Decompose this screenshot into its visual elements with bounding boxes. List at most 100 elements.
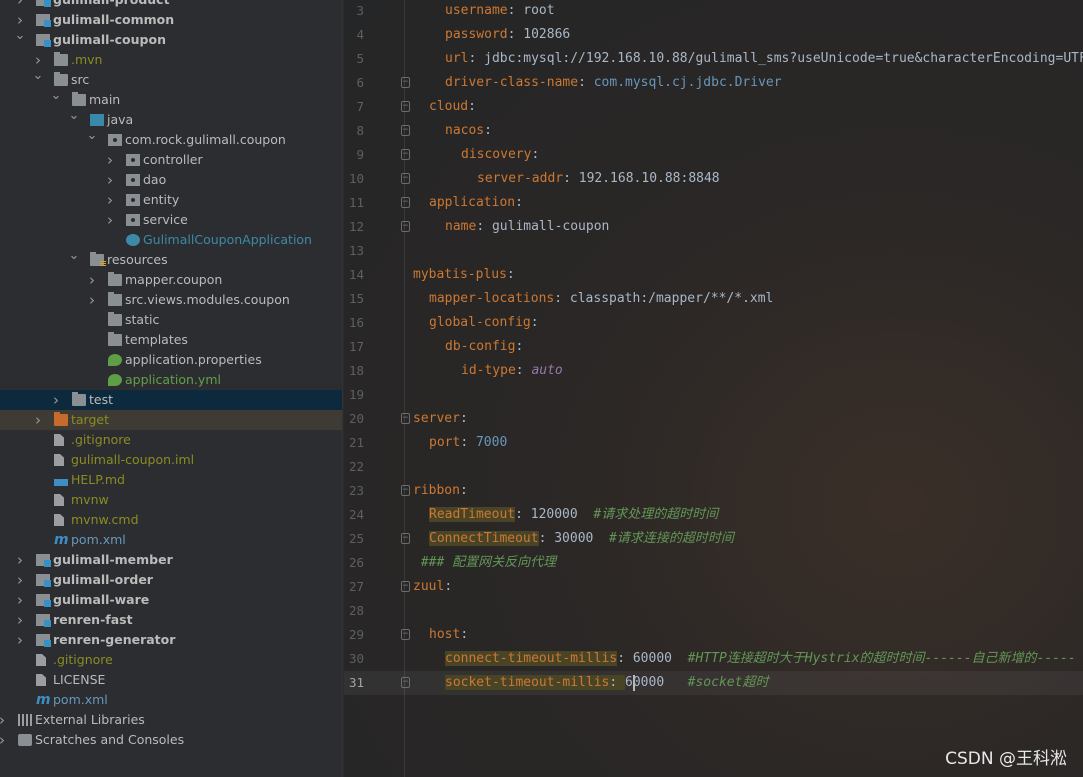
code-line[interactable]: 11 − application: — [344, 191, 1083, 215]
code-line[interactable]: 21 port: 7000 — [344, 431, 1083, 455]
tree-item[interactable]: › dao — [0, 170, 342, 190]
fold-start-icon[interactable]: − — [401, 485, 410, 496]
chevron-right-icon[interactable]: › — [0, 730, 8, 750]
code-line[interactable]: 18 id-type: auto — [344, 359, 1083, 383]
tree-item[interactable]: ⌄ gulimall-coupon — [0, 28, 342, 50]
chevron-right-icon[interactable]: › — [32, 410, 44, 430]
chevron-right-icon[interactable]: › — [104, 210, 116, 230]
tree-item[interactable]: static — [0, 310, 342, 330]
code-line[interactable]: 8 − nacos: — [344, 119, 1083, 143]
code-line[interactable]: 17 db-config: — [344, 335, 1083, 359]
fold-start-icon[interactable]: − — [401, 197, 410, 208]
code-line[interactable]: 23 − ribbon: — [344, 479, 1083, 503]
fold-end-icon[interactable]: − — [401, 221, 410, 232]
chevron-down-icon[interactable]: ⌄ — [68, 246, 80, 266]
code-line[interactable]: 13 — [344, 239, 1083, 263]
chevron-down-icon[interactable]: ⌄ — [86, 126, 98, 146]
tree-item[interactable]: › Scratches and Consoles — [0, 730, 342, 750]
code-line[interactable]: 29 − host: — [344, 623, 1083, 647]
fold-start-icon[interactable]: − — [401, 629, 410, 640]
code-line[interactable]: 19 — [344, 383, 1083, 407]
tree-item[interactable]: › renren-generator — [0, 630, 342, 650]
chevron-right-icon[interactable]: › — [14, 570, 26, 590]
chevron-right-icon[interactable]: › — [86, 290, 98, 310]
tree-item[interactable]: › renren-fast — [0, 610, 342, 630]
chevron-right-icon[interactable]: › — [14, 590, 26, 610]
chevron-right-icon[interactable]: › — [86, 270, 98, 290]
chevron-right-icon[interactable]: › — [14, 0, 26, 10]
tree-item[interactable]: › gulimall-common — [0, 10, 342, 30]
code-line[interactable]: 31 − socket-timeout-millis: 60000 #socket超… — [344, 671, 1083, 695]
code-line[interactable]: 26 ### 配置网关反向代理 — [344, 551, 1083, 575]
chevron-down-icon[interactable]: ⌄ — [32, 66, 44, 86]
tree-item[interactable]: › target — [0, 410, 342, 430]
tree-item[interactable]: ⌄ main — [0, 88, 342, 110]
chevron-right-icon[interactable]: › — [14, 630, 26, 650]
code-line[interactable]: 27 − zuul: — [344, 575, 1083, 599]
tree-item[interactable]: templates — [0, 330, 342, 350]
code-line[interactable]: 28 — [344, 599, 1083, 623]
code-line[interactable]: 25 − ConnectTimeout: 30000 #请求连接的超时时间 — [344, 527, 1083, 551]
tree-item[interactable]: GulimallCouponApplication — [0, 230, 342, 250]
code-line[interactable]: 10 − server-addr: 192.168.10.88:8848 — [344, 167, 1083, 191]
code-line[interactable]: 9 − discovery: — [344, 143, 1083, 167]
tree-item[interactable]: › mapper.coupon — [0, 270, 342, 290]
code-line[interactable]: 4 password: 102866 — [344, 23, 1083, 47]
tree-item[interactable]: .gitignore — [0, 430, 342, 450]
code-line[interactable]: 22 — [344, 455, 1083, 479]
code-line[interactable]: 3 username: root — [344, 0, 1083, 23]
tree-item[interactable]: m pom.xml — [0, 690, 342, 710]
tree-item[interactable]: m pom.xml — [0, 530, 342, 550]
chevron-right-icon[interactable]: › — [50, 390, 62, 410]
fold-start-icon[interactable]: − — [401, 125, 410, 136]
tree-item[interactable]: › gulimall-product — [0, 0, 342, 10]
tree-item[interactable]: HELP.md — [0, 470, 342, 490]
code-line[interactable]: 6 − driver-class-name: com.mysql.cj.jdbc.D… — [344, 71, 1083, 95]
tree-item[interactable]: gulimall-coupon.iml — [0, 450, 342, 470]
code-editor[interactable]: 3 username: root 4 password: 102866 5 url: jd… — [344, 0, 1083, 777]
tree-item[interactable]: › test — [0, 390, 342, 410]
chevron-down-icon[interactable]: ⌄ — [14, 26, 26, 46]
tree-item[interactable]: › entity — [0, 190, 342, 210]
fold-start-icon[interactable]: − — [401, 149, 410, 160]
fold-end-icon[interactable]: − — [401, 677, 410, 688]
code-line[interactable]: 30 connect-timeout-millis: 60000 #HTTP连接超… — [344, 647, 1083, 671]
tree-item[interactable]: mvnw.cmd — [0, 510, 342, 530]
tree-item[interactable]: › gulimall-ware — [0, 590, 342, 610]
chevron-right-icon[interactable]: › — [0, 710, 8, 730]
chevron-right-icon[interactable]: › — [14, 610, 26, 630]
tree-item[interactable]: ⌄ com.rock.gulimall.coupon — [0, 128, 342, 150]
code-line[interactable]: 5 url: jdbc:mysql://192.168.10.88/gulimal… — [344, 47, 1083, 71]
tree-item[interactable]: › src.views.modules.coupon — [0, 290, 342, 310]
code-line[interactable]: 16 global-config: — [344, 311, 1083, 335]
chevron-right-icon[interactable]: › — [104, 150, 116, 170]
code-line[interactable]: 24 ReadTimeout: 120000 #请求处理的超时时间 — [344, 503, 1083, 527]
chevron-right-icon[interactable]: › — [104, 190, 116, 210]
fold-start-icon[interactable]: − — [401, 413, 410, 424]
chevron-right-icon[interactable]: › — [104, 170, 116, 190]
code-line[interactable]: 15 mapper-locations: classpath:/mapper/**… — [344, 287, 1083, 311]
chevron-down-icon[interactable]: ⌄ — [50, 86, 62, 106]
fold-start-icon[interactable]: − — [401, 101, 410, 112]
tree-item[interactable]: ⌄ resources — [0, 248, 342, 270]
tree-item[interactable]: › service — [0, 210, 342, 230]
tree-item[interactable]: › .mvn — [0, 50, 342, 70]
chevron-right-icon[interactable]: › — [14, 550, 26, 570]
fold-end-icon[interactable]: − — [401, 533, 410, 544]
code-line[interactable]: 12 − name: gulimall-coupon — [344, 215, 1083, 239]
tree-item[interactable]: › gulimall-order — [0, 570, 342, 590]
code-line[interactable]: 7 − cloud: — [344, 95, 1083, 119]
tree-item[interactable]: .gitignore — [0, 650, 342, 670]
tree-item[interactable]: ⌄ java — [0, 108, 342, 130]
fold-end-icon[interactable]: − — [401, 173, 410, 184]
tree-item[interactable]: › External Libraries — [0, 710, 342, 730]
tree-item[interactable]: › controller — [0, 150, 342, 170]
code-line[interactable]: 14 mybatis-plus: — [344, 263, 1083, 287]
code-line[interactable]: 20 − server: — [344, 407, 1083, 431]
tree-item[interactable]: LICENSE — [0, 670, 342, 690]
chevron-down-icon[interactable]: ⌄ — [68, 106, 80, 126]
fold-start-icon[interactable]: − — [401, 581, 410, 592]
fold-end-icon[interactable]: − — [401, 77, 410, 88]
tree-item[interactable]: application.properties — [0, 350, 342, 370]
tree-item[interactable]: application.yml — [0, 370, 342, 390]
